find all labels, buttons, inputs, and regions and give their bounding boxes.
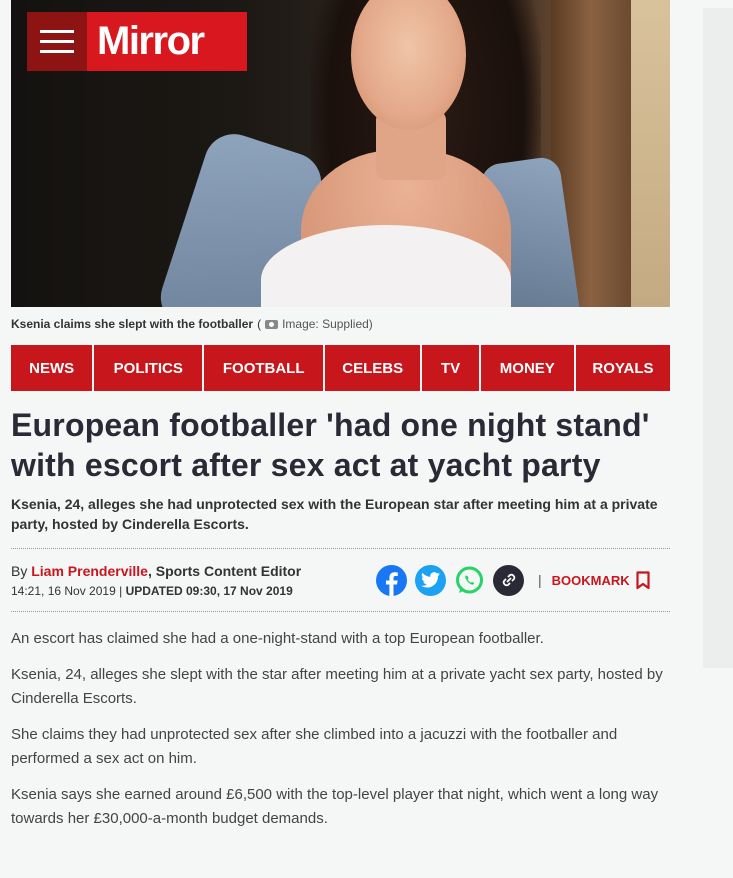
byline-block: By Liam Prenderville, Sports Content Edi… (11, 548, 670, 612)
facebook-share-icon[interactable] (376, 564, 407, 596)
twitter-share-icon[interactable] (415, 564, 446, 596)
camera-icon (265, 319, 279, 329)
hero-image: Mirror (11, 0, 670, 307)
divider-bottom (11, 611, 670, 612)
brand-wordmark[interactable]: Mirror (87, 12, 247, 71)
article-standfirst: Ksenia, 24, alleges she had unprotected … (11, 496, 658, 532)
nav-item-tv[interactable]: TV (422, 345, 481, 391)
image-credit: Image: Supplied) (282, 317, 373, 331)
nav-item-news[interactable]: NEWS (11, 345, 95, 391)
whatsapp-share-icon[interactable] (454, 564, 485, 596)
author-link[interactable]: Liam Prenderville (31, 563, 148, 579)
image-caption: Ksenia claims she slept with the footbal… (11, 316, 670, 332)
author-role: , Sports Content Editor (147, 562, 302, 579)
paragraph: She claims they had unprotected sex afte… (11, 726, 618, 767)
paragraph: Ksenia, 24, alleges she slept with the s… (11, 666, 663, 707)
bookmark-button[interactable]: BOOKMARK (551, 570, 650, 590)
right-sidebar-rail (703, 8, 733, 668)
article-headline: European footballer 'had one night stand… (11, 407, 650, 483)
caption-paren: ( (257, 317, 262, 331)
copy-link-icon[interactable] (493, 564, 524, 596)
nav-item-money[interactable]: MONEY (481, 345, 576, 391)
article-column: Mirror Ksenia claims she slept with the … (11, 0, 670, 831)
by-prefix: By (11, 562, 32, 579)
share-separator: | (538, 572, 542, 588)
share-buttons (376, 564, 524, 596)
hamburger-menu-icon[interactable] (27, 12, 87, 71)
published-time: 14:21, 16 Nov 2019 (11, 583, 116, 598)
updated-time: UPDATED 09:30, 17 Nov 2019 (125, 583, 293, 598)
section-nav: NEWS POLITICS FOOTBALL CELEBS TV MONEY R… (11, 345, 670, 391)
nav-item-politics[interactable]: POLITICS (94, 345, 205, 391)
paragraph: Ksenia says she earned around £6,500 wit… (11, 786, 659, 827)
nav-item-celebs[interactable]: CELEBS (325, 345, 423, 391)
bookmark-label: BOOKMARK (551, 572, 630, 588)
bookmark-icon (636, 570, 650, 589)
nav-item-royals[interactable]: ROYALS (576, 345, 670, 391)
paragraph: An escort has claimed she had a one-nigh… (11, 630, 544, 647)
site-logo[interactable]: Mirror (27, 12, 247, 71)
time-divider: | (119, 583, 123, 598)
caption-text: Ksenia claims she slept with the footbal… (11, 317, 254, 331)
article-body: An escort has claimed she had a one-nigh… (11, 627, 670, 831)
nav-item-football[interactable]: FOOTBALL (204, 345, 326, 391)
